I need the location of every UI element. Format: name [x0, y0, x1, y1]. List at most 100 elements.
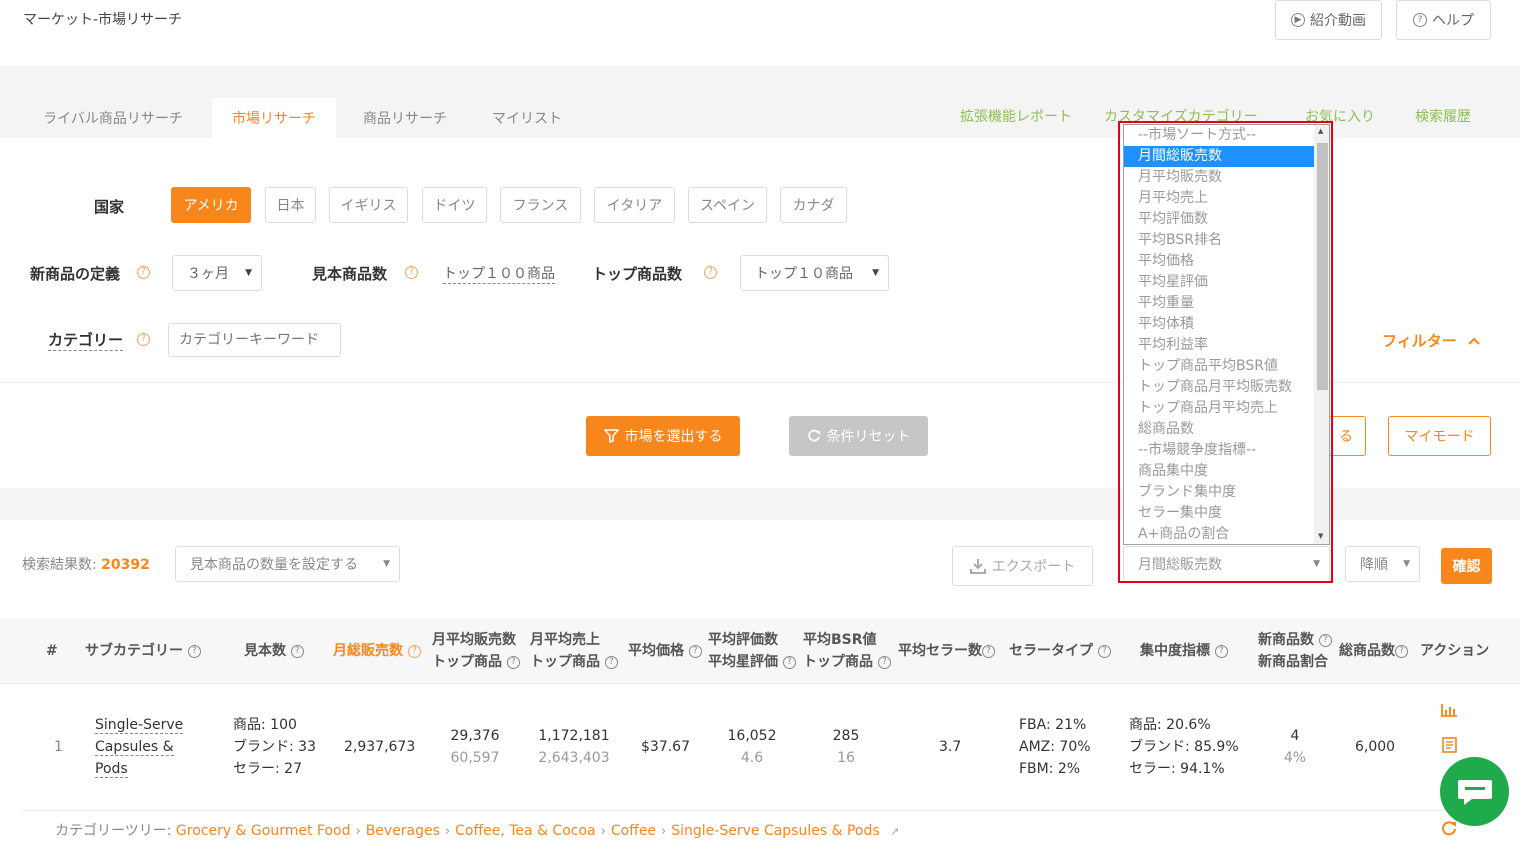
col-avg-sellers-label: 平均セラー数: [898, 643, 982, 659]
crumb-grocery[interactable]: Grocery & Gourmet Food: [176, 823, 351, 839]
help-icon[interactable]: ?: [407, 644, 421, 658]
intro-video-button[interactable]: ▶ 紹介動画: [1275, 0, 1382, 40]
tab-product-research[interactable]: 商品リサーチ: [348, 98, 462, 138]
top-count-label: トップ商品数: [592, 265, 683, 283]
search-history-link[interactable]: 検索履歴: [1415, 106, 1471, 126]
new-product-select[interactable]: ３ヶ月 ▼: [172, 255, 262, 291]
intro-video-label: 紹介動画: [1310, 13, 1366, 29]
refresh-icon[interactable]: [1441, 820, 1457, 836]
help-icon[interactable]: ?: [187, 644, 201, 658]
row-total-products: 6,000: [1355, 739, 1396, 755]
subcategory-line: Single-Serve: [95, 717, 184, 734]
row-new-products: 4 4%: [1280, 725, 1310, 769]
col-sample: 見本数 ?: [244, 640, 304, 662]
help-icon[interactable]: ?: [506, 655, 520, 669]
row-avg-reviews: 16,052 4.6: [722, 725, 782, 769]
filter-toggle[interactable]: フィルター: [1382, 330, 1481, 351]
select-market-button[interactable]: 市場を選出する: [586, 416, 740, 456]
col-monthly-total-sales-label: 月総販売数: [333, 643, 403, 659]
help-icon[interactable]: ?: [604, 655, 618, 669]
category-keyword-input[interactable]: [168, 323, 341, 357]
col-avg-sales: 月平均販売数 トップ商品 ?: [432, 629, 520, 673]
result-count: 検索結果数: 20392: [22, 554, 150, 574]
help-icon[interactable]: ?: [1097, 644, 1111, 658]
crumb-single-serve[interactable]: Single-Serve Capsules & Pods: [671, 823, 879, 839]
my-mode-button[interactable]: マイモード: [1388, 416, 1491, 456]
col-seller-type: セラータイプ ?: [1009, 640, 1111, 662]
export-label: エクスポート: [991, 559, 1076, 575]
reset-conditions-button[interactable]: 条件リセット: [789, 416, 928, 456]
new-product-value: ３ヶ月: [187, 266, 229, 282]
col-avg-price-label: 平均価格: [628, 643, 684, 659]
external-link-icon[interactable]: ↗: [890, 825, 899, 838]
crumb-coffee[interactable]: Coffee: [611, 823, 656, 839]
chat-button[interactable]: [1440, 757, 1509, 826]
tab-my-list[interactable]: マイリスト: [476, 98, 578, 138]
row-monthly-total-sales: 2,937,673: [344, 739, 416, 755]
row-concentration: 商品: 20.6% ブランド: 85.9% セラー: 94.1%: [1129, 714, 1239, 780]
row-index: 1: [54, 739, 63, 755]
extension-report-link[interactable]: 拡張機能レポート: [960, 106, 1072, 126]
report-icon[interactable]: [1442, 737, 1457, 753]
col-subcategory-label: サブカテゴリー: [85, 643, 183, 659]
col-concentration: 集中度指標 ?: [1140, 640, 1228, 662]
caret-down-icon: ▼: [872, 268, 879, 278]
avg-revenue-value: 1,172,181: [538, 728, 610, 744]
export-button[interactable]: エクスポート: [952, 546, 1093, 586]
chevron-up-icon: [1467, 337, 1480, 345]
help-icon[interactable]: ?: [1318, 633, 1332, 647]
row-sample: 商品: 100 ブランド: 33 セラー: 27: [233, 714, 316, 780]
col-avg-bsr-label: 平均BSR値: [803, 632, 877, 648]
country-chip-us[interactable]: アメリカ: [171, 187, 251, 223]
tab-rival-research[interactable]: ライバル商品リサーチ: [22, 98, 204, 138]
top-count-help-icon[interactable]: ?: [704, 266, 717, 279]
chart-icon[interactable]: [1441, 702, 1458, 718]
sample-quantity-select[interactable]: 見本商品の数量を設定する ▼: [175, 546, 400, 582]
col-new-products-label: 新商品数: [1258, 632, 1314, 648]
help-icon[interactable]: ?: [877, 655, 891, 669]
help-icon[interactable]: ?: [982, 644, 995, 658]
sort-order-select[interactable]: 降順 ▼: [1345, 546, 1420, 582]
row-avg-sales: 29,376 60,597: [440, 725, 510, 769]
country-chip-fr[interactable]: フランス: [500, 187, 581, 223]
sample-products: 商品: 100: [233, 717, 297, 733]
help-icon[interactable]: ?: [290, 644, 304, 658]
row-avg-revenue: 1,172,181 2,643,403: [534, 725, 614, 769]
country-chip-it[interactable]: イタリア: [594, 187, 675, 223]
top-count-select[interactable]: トップ１０商品 ▼: [740, 255, 889, 291]
sample-count-select[interactable]: トップ１００商品: [443, 263, 555, 284]
col-concentration-label: 集中度指標: [1140, 643, 1210, 659]
category-help-icon[interactable]: ?: [137, 333, 150, 346]
seller-type-fbm: FBM: 2%: [1019, 761, 1081, 777]
row-subcategory-link[interactable]: Single-Serve Capsules & Pods: [95, 714, 184, 780]
country-chip-es[interactable]: スペイン: [688, 187, 767, 223]
help-icon[interactable]: ?: [688, 644, 702, 658]
sample-count-label: 見本商品数: [312, 265, 388, 283]
new-product-help-icon[interactable]: ?: [137, 266, 150, 279]
help-icon[interactable]: ?: [1395, 644, 1408, 658]
country-chip-jp[interactable]: 日本: [265, 187, 316, 223]
country-chip-uk[interactable]: イギリス: [329, 187, 408, 223]
sample-count-help-icon[interactable]: ?: [405, 266, 418, 279]
crumb-beverages[interactable]: Beverages: [366, 823, 440, 839]
col-avg-revenue-sub-label: トップ商品: [530, 654, 600, 670]
country-chip-de[interactable]: ドイツ: [422, 187, 487, 223]
confirm-button[interactable]: 確認: [1441, 548, 1492, 584]
country-chip-ca[interactable]: カナダ: [780, 187, 847, 223]
tab-market-research[interactable]: 市場リサーチ: [212, 98, 336, 138]
col-avg-reviews: 平均評価数 平均星評価 ?: [708, 629, 796, 673]
avg-bsr-value: 285: [832, 728, 860, 744]
avg-reviews-value: 16,052: [727, 728, 777, 744]
col-avg-bsr: 平均BSR値 トップ商品 ?: [803, 629, 891, 673]
col-seller-type-label: セラータイプ: [1009, 643, 1093, 659]
crumb-coffee-tea-cocoa[interactable]: Coffee, Tea & Cocoa: [455, 823, 595, 839]
col-avg-sales-sub-label: トップ商品: [432, 654, 502, 670]
filter-icon: [603, 429, 619, 443]
col-action: アクション: [1420, 643, 1490, 659]
help-icon[interactable]: ?: [782, 655, 796, 669]
col-avg-revenue: 月平均売上 トップ商品 ?: [530, 629, 618, 673]
help-icon[interactable]: ?: [1214, 644, 1228, 658]
help-button[interactable]: ? ヘルプ: [1396, 0, 1491, 40]
col-avg-reviews-label: 平均評価数: [708, 632, 778, 648]
col-monthly-total-sales[interactable]: 月総販売数 ?: [333, 640, 421, 662]
